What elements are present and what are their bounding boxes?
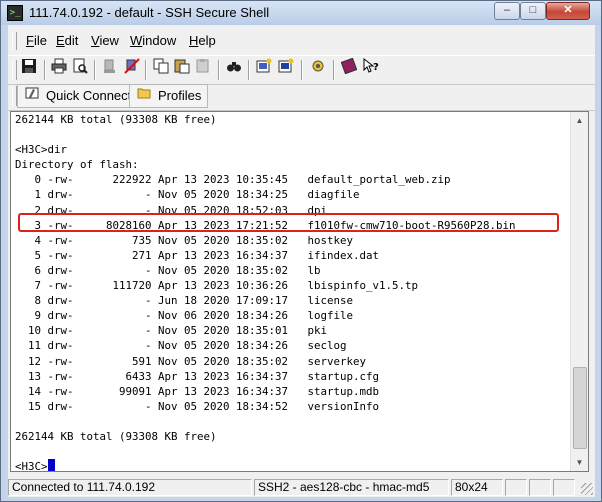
terminal-line: 12 -rw- 591 Nov 05 2020 18:35:02 serverk… xyxy=(15,354,367,368)
toolbar-separator xyxy=(94,60,96,80)
print-preview-icon[interactable] xyxy=(70,58,90,78)
menu-bar: File Edit View Window Help xyxy=(8,29,595,53)
terminal-cursor xyxy=(47,459,55,471)
quick-connect-button[interactable]: Quick Connect xyxy=(17,84,132,108)
help-book-icon[interactable] xyxy=(339,57,359,78)
status-encryption: SSH2 - aes128-cbc - hmac-md5 xyxy=(254,479,449,496)
shortcut-bar: Quick Connect Profiles xyxy=(8,84,595,111)
print-icon[interactable] xyxy=(49,58,69,78)
terminal-line: 9 drw- - Nov 06 2020 18:34:26 logfile xyxy=(15,309,354,323)
terminal-line: 14 -rw- 99091 Apr 13 2023 16:34:37 start… xyxy=(15,384,380,398)
profiles-label: Profiles xyxy=(158,88,202,103)
terminal-area[interactable]: 262144 KB total (93308 KB free) <H3C>dir… xyxy=(10,111,589,472)
status-cell-empty xyxy=(505,479,527,496)
terminal-line: 13 -rw- 6433 Apr 13 2023 16:34:37 startu… xyxy=(15,369,380,383)
status-connection: Connected to 111.74.0.192 xyxy=(8,479,252,496)
scrollbar-thumb[interactable] xyxy=(573,367,587,449)
profile-icon[interactable] xyxy=(254,58,274,78)
terminal-app-icon: >_ xyxy=(7,5,23,21)
maximize-button[interactable]: □ xyxy=(520,2,546,20)
terminal-line: 5 -rw- 271 Apr 13 2023 16:34:37 ifindex.… xyxy=(15,248,380,262)
status-cell-empty xyxy=(529,479,551,496)
quick-connect-label: Quick Connect xyxy=(46,88,132,103)
terminal-line: 0 -rw- 222922 Apr 13 2023 10:35:45 defau… xyxy=(15,173,451,187)
paste-disabled-icon[interactable] xyxy=(193,58,213,78)
minimize-button[interactable]: – xyxy=(494,2,520,20)
terminal-line: 7 -rw- 111720 Apr 13 2023 10:36:26 lbisp… xyxy=(15,279,419,293)
terminal-line: 6 drw- - Nov 05 2020 18:35:02 lb xyxy=(15,263,321,277)
terminal-line: 10 drw- - Nov 05 2020 18:35:01 pki xyxy=(15,324,328,338)
close-button[interactable]: ✕ xyxy=(546,2,590,20)
terminal-line: <H3C>dir xyxy=(15,143,68,157)
save-icon[interactable] xyxy=(19,58,39,78)
copy-icon[interactable] xyxy=(151,58,171,78)
whats-this-icon[interactable]: ? xyxy=(361,57,381,78)
status-terminal-size: 80x24 xyxy=(451,479,503,496)
client-area: File Edit View Window Help ? Quick Conne… xyxy=(8,25,595,497)
new-terminal-icon[interactable] xyxy=(276,58,296,78)
toolbar-separator xyxy=(301,60,303,80)
terminal-output: 262144 KB total (93308 KB free) <H3C>dir… xyxy=(15,112,516,472)
folder-icon xyxy=(136,85,152,107)
terminal-line: 11 drw- - Nov 05 2020 18:34:26 seclog xyxy=(15,339,347,353)
terminal-line: 8 drw- - Jun 18 2020 17:09:17 license xyxy=(15,294,354,308)
svg-text:?: ? xyxy=(373,62,379,73)
menu-edit[interactable]: Edit xyxy=(56,33,78,48)
paste-icon[interactable] xyxy=(172,58,192,78)
menu-view[interactable]: View xyxy=(91,33,119,48)
toolbar-separator xyxy=(248,60,250,80)
menu-window[interactable]: Window xyxy=(130,33,176,48)
menu-file[interactable]: File xyxy=(26,33,47,48)
toolbar-separator xyxy=(218,60,220,80)
ssh-window: >_ 111.74.0.192 - default - SSH Secure S… xyxy=(0,0,602,502)
find-icon[interactable] xyxy=(224,58,244,78)
status-bar: Connected to 111.74.0.192 SSH2 - aes128-… xyxy=(8,477,595,497)
resize-grip[interactable] xyxy=(581,483,593,495)
status-cell-empty xyxy=(553,479,575,496)
connect-icon[interactable] xyxy=(122,58,142,78)
terminal-line: 262144 KB total (93308 KB free) xyxy=(15,113,217,126)
terminal-line: 1 drw- - Nov 05 2020 18:34:25 diagfile xyxy=(15,188,360,202)
settings-icon[interactable] xyxy=(308,58,328,78)
toolbar-grip[interactable] xyxy=(12,60,17,80)
window-title: 111.74.0.192 - default - SSH Secure Shel… xyxy=(29,5,270,20)
scroll-down-icon[interactable]: ▼ xyxy=(571,454,588,471)
highlight-box xyxy=(18,213,559,232)
quick-connect-icon xyxy=(24,85,40,107)
terminal-prompt: <H3C> xyxy=(15,460,48,472)
terminal-line: Directory of flash: xyxy=(15,158,139,172)
scroll-up-icon[interactable]: ▲ xyxy=(571,112,588,129)
toolbar: ? xyxy=(8,55,595,85)
profiles-button[interactable]: Profiles xyxy=(129,84,208,108)
menubar-grip[interactable] xyxy=(12,32,17,50)
vertical-scrollbar[interactable]: ▲ ▼ xyxy=(570,112,588,471)
toolbar-separator xyxy=(145,60,147,80)
terminal-lines: 262144 KB total (93308 KB free) <H3C>dir… xyxy=(15,113,516,443)
title-bar[interactable]: >_ 111.74.0.192 - default - SSH Secure S… xyxy=(1,1,601,25)
toolbar-separator xyxy=(44,60,46,80)
terminal-line: 15 drw- - Nov 05 2020 18:34:52 versionIn… xyxy=(15,399,380,413)
terminal-line: 262144 KB total (93308 KB free) xyxy=(15,429,217,443)
toolbar-separator xyxy=(333,60,335,80)
disconnect-icon[interactable] xyxy=(100,58,120,78)
terminal-line: 4 -rw- 735 Nov 05 2020 18:35:02 hostkey xyxy=(15,233,354,247)
menu-help[interactable]: Help xyxy=(189,33,216,48)
